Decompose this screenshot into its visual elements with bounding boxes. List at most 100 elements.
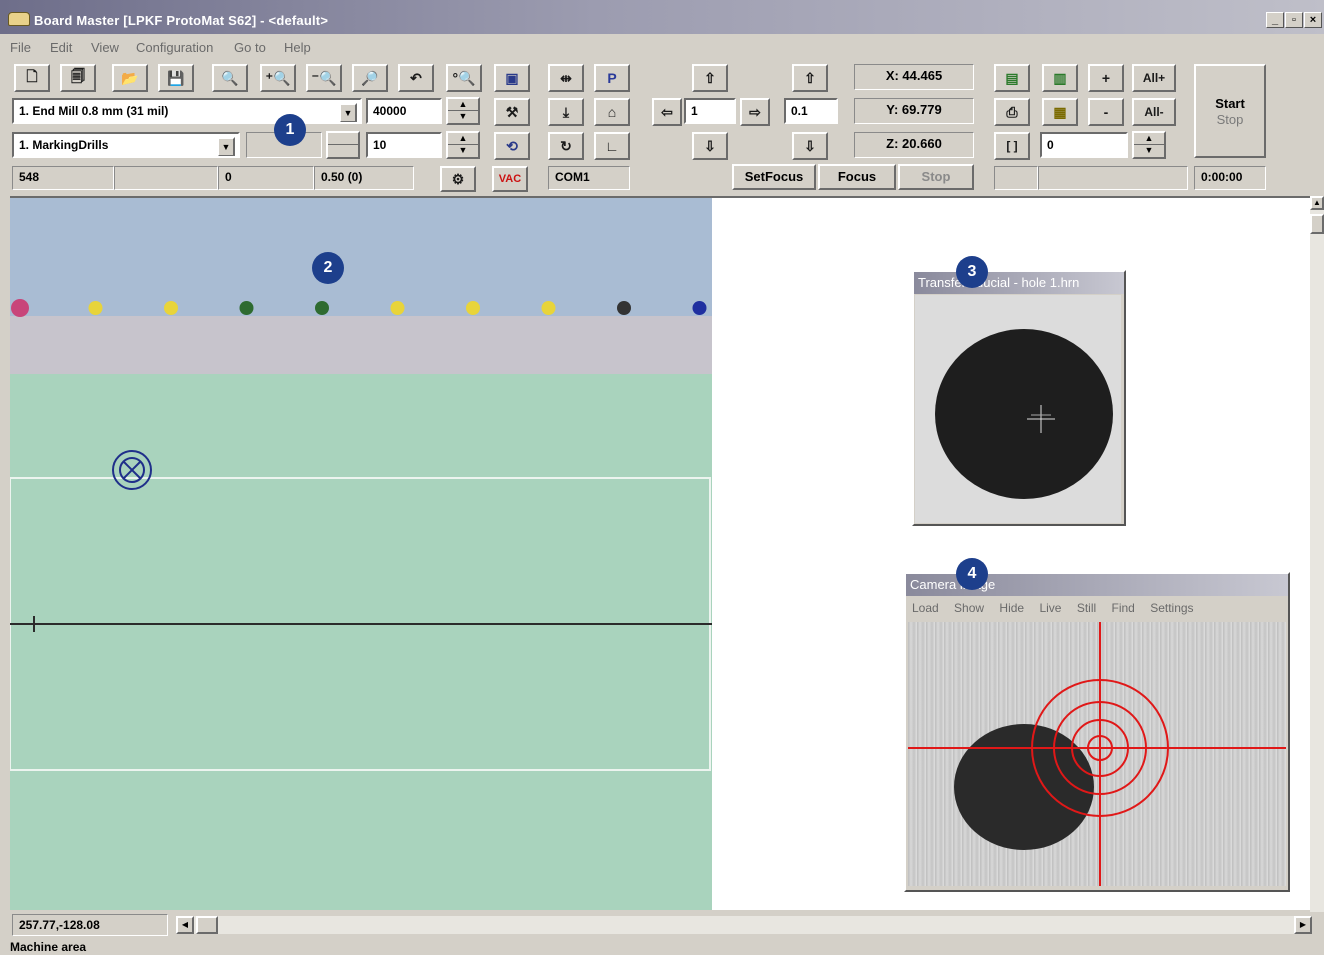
zoom-previous-button[interactable]: ↶ xyxy=(398,64,434,92)
layer-dot[interactable] xyxy=(239,301,254,315)
maximize-button[interactable]: ▫ xyxy=(1285,12,1303,28)
layer-hide-button[interactable]: ▥ xyxy=(1042,64,1078,92)
depth-spinner[interactable]: ▲ ▼ xyxy=(446,131,480,159)
counter-input[interactable]: 0 xyxy=(1040,132,1128,158)
zoom-all-button[interactable]: °🔍 xyxy=(446,64,482,92)
layer-dot[interactable] xyxy=(164,301,178,315)
layer-dot[interactable] xyxy=(541,301,556,315)
camera-menu-load[interactable]: Load xyxy=(912,601,939,615)
camera-menu-hide[interactable]: Hide xyxy=(999,601,1024,615)
tool-change-button[interactable]: ⚒ xyxy=(494,98,530,126)
layer-dot[interactable] xyxy=(617,301,631,315)
menu-file[interactable]: File xyxy=(10,40,31,55)
new-file-button[interactable]: 🗋 xyxy=(14,64,50,92)
scroll-right-icon[interactable]: ▶ xyxy=(1294,916,1312,934)
layer-dot[interactable] xyxy=(390,301,405,315)
board-view[interactable]: Transfer fiducial - hole 1.hrn Camera im… xyxy=(10,196,1310,910)
park-button[interactable]: P xyxy=(594,64,630,92)
hscroll-thumb[interactable] xyxy=(196,916,218,934)
menu-goto[interactable]: Go to xyxy=(234,40,266,55)
fiducial-window-title[interactable]: Transfer fiducial - hole 1.hrn xyxy=(914,272,1124,294)
origin-button[interactable]: ∟ xyxy=(594,132,630,160)
camera-menu-live[interactable]: Live xyxy=(1039,601,1061,615)
camera-window[interactable]: Camera image Load Show Hide Live Still F… xyxy=(904,572,1290,892)
menu-view[interactable]: View xyxy=(91,40,119,55)
camera-menu-show[interactable]: Show xyxy=(954,601,984,615)
phase-select[interactable]: 1. MarkingDrills ▼ xyxy=(12,132,240,158)
zoom-out-button[interactable]: ⁻🔍 xyxy=(306,64,342,92)
horizontal-scrollbar[interactable]: ◀ ▶ xyxy=(176,916,1312,934)
move-right-button[interactable]: ⇨ xyxy=(740,98,770,126)
menu-edit[interactable]: Edit xyxy=(50,40,72,55)
zoom-window-button[interactable]: 🔍 xyxy=(212,64,248,92)
home-icon: ⌂ xyxy=(607,104,617,120)
setfocus-button[interactable]: SetFocus xyxy=(732,164,816,190)
layer-dot[interactable] xyxy=(11,299,29,317)
all-minus-button[interactable]: All- xyxy=(1132,98,1176,126)
scroll-left-icon[interactable]: ◀ xyxy=(176,916,194,934)
scroll-thumb[interactable] xyxy=(1310,214,1324,234)
print-button[interactable]: ⎙ xyxy=(994,98,1030,126)
status-area: 257.77,-128.08 ◀ ▶ Machine area xyxy=(0,910,1324,955)
all-plus-button[interactable]: All+ xyxy=(1132,64,1176,92)
close-button[interactable]: × xyxy=(1304,12,1322,28)
layer-dot[interactable] xyxy=(315,301,329,315)
speed-input[interactable]: 40000 xyxy=(366,98,442,124)
counter-button[interactable]: ▦ xyxy=(1042,98,1078,126)
motor-button[interactable]: ↻ xyxy=(548,132,584,160)
move-position-button[interactable]: ⇹ xyxy=(548,64,584,92)
focus-stop-button[interactable]: Stop xyxy=(898,164,974,190)
tool-select-dropdown[interactable]: ▼ xyxy=(339,103,357,122)
menu-help[interactable]: Help xyxy=(284,40,311,55)
layer-dot[interactable] xyxy=(692,301,707,315)
head-down-button[interactable]: ⤓ xyxy=(548,98,584,126)
tool-select[interactable]: 1. End Mill 0.8 mm (31 mil) ▼ xyxy=(12,98,362,124)
z-up-button[interactable]: ⇧ xyxy=(792,64,828,92)
import-button[interactable]: 🗐 xyxy=(60,64,96,92)
spin-down-icon: ▼ xyxy=(1144,145,1154,155)
camera-menu-still[interactable]: Still xyxy=(1077,601,1096,615)
move-down-button[interactable]: ⇩ xyxy=(692,132,728,160)
vertical-scrollbar[interactable]: ▲ xyxy=(1310,196,1324,912)
move-up-button[interactable]: ⇧ xyxy=(692,64,728,92)
depth-spinner-left[interactable] xyxy=(326,131,360,159)
wrench-button[interactable]: ⚙ xyxy=(440,166,476,192)
layer-show-icon: ▤ xyxy=(1005,69,1019,86)
z-down-button[interactable]: ⇩ xyxy=(792,132,828,160)
focus-button[interactable]: Focus xyxy=(818,164,896,190)
start-button[interactable]: Start Stop xyxy=(1194,64,1266,158)
brackets-button[interactable]: [ ] xyxy=(994,132,1030,160)
layer-show-button[interactable]: ▤ xyxy=(994,64,1030,92)
home-button[interactable]: ⌂ xyxy=(594,98,630,126)
phase-select-dropdown[interactable]: ▼ xyxy=(217,137,235,156)
step-input[interactable]: 1 xyxy=(684,98,736,124)
layer-dot[interactable] xyxy=(466,301,480,315)
status-cell-count: 548 xyxy=(12,166,114,190)
menu-configuration[interactable]: Configuration xyxy=(136,40,213,55)
zoom-out-icon: ⁻🔍 xyxy=(311,69,337,86)
speed-spinner[interactable]: ▲ ▼ xyxy=(446,97,480,125)
save-button[interactable]: 💾 xyxy=(158,64,194,92)
z-step-input[interactable]: 0.1 xyxy=(784,98,838,124)
view-machine-button[interactable]: ▣ xyxy=(494,64,530,92)
minimize-button[interactable]: _ xyxy=(1266,12,1284,28)
print-icon: ⎙ xyxy=(1006,103,1018,120)
plus-button[interactable]: + xyxy=(1088,64,1124,92)
cycle-button[interactable]: ⟲ xyxy=(494,132,530,160)
camera-menu-find[interactable]: Find xyxy=(1112,601,1135,615)
vacuum-button[interactable]: VAC xyxy=(492,166,528,192)
camera-menu: Load Show Hide Live Still Find Settings xyxy=(906,596,1288,622)
zoom-page-button[interactable]: 🔎 xyxy=(352,64,388,92)
move-left-button[interactable]: ⇦ xyxy=(652,98,682,126)
minus-button[interactable]: - xyxy=(1088,98,1124,126)
depth-input[interactable]: 10 xyxy=(366,132,442,158)
layer-dot[interactable] xyxy=(88,301,103,315)
fiducial-window[interactable]: Transfer fiducial - hole 1.hrn xyxy=(912,270,1126,526)
spin-down-icon: ▼ xyxy=(458,145,468,155)
scroll-up-icon[interactable]: ▲ xyxy=(1310,196,1324,210)
camera-menu-settings[interactable]: Settings xyxy=(1150,601,1193,615)
zoom-in-button[interactable]: ⁺🔍 xyxy=(260,64,296,92)
park-icon: P xyxy=(607,70,617,86)
counter-spinner[interactable]: ▲ ▼ xyxy=(1132,131,1166,159)
open-button[interactable]: 📂 xyxy=(112,64,148,92)
